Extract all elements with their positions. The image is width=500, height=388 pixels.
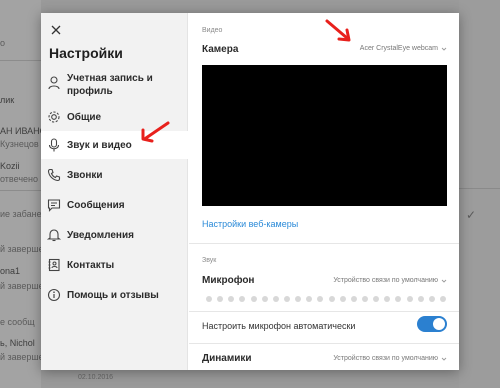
gear-icon bbox=[47, 110, 61, 124]
nav-label: Звук и видео bbox=[67, 140, 132, 151]
level-dot bbox=[339, 296, 346, 302]
bg-text: лик bbox=[0, 95, 15, 105]
bg-text: о bbox=[0, 38, 6, 48]
chevron-down-icon bbox=[441, 279, 447, 283]
level-dot bbox=[417, 296, 424, 302]
bg-timestamp: 02.10.2016 bbox=[78, 374, 114, 381]
background-conversation bbox=[459, 0, 500, 388]
level-dot bbox=[217, 296, 224, 302]
level-dot bbox=[228, 296, 235, 302]
nav-label: Сообщения bbox=[67, 200, 125, 211]
level-dot bbox=[295, 296, 302, 302]
nav-label: Контакты bbox=[67, 260, 115, 271]
nav-label: Уведомления bbox=[67, 230, 134, 241]
section-divider bbox=[189, 343, 459, 344]
nav-item-calls[interactable]: Звонки bbox=[41, 161, 188, 189]
bg-text: Kozii bbox=[0, 161, 20, 171]
bg-text: е сообщ bbox=[0, 317, 35, 327]
nav-item-messages[interactable]: Сообщения bbox=[41, 191, 188, 219]
microphone-value: Устройство связи по умолчанию bbox=[333, 277, 438, 284]
section-divider bbox=[189, 243, 459, 244]
audio-section-label: Звук bbox=[202, 257, 217, 264]
microphone-select[interactable]: Устройство связи по умолчанию bbox=[333, 277, 447, 284]
nav-item-general[interactable]: Общие bbox=[41, 103, 188, 131]
level-dot bbox=[317, 296, 324, 302]
nav-label: Звонки bbox=[67, 170, 103, 181]
bg-text: й завершен bbox=[0, 352, 41, 362]
bell-icon bbox=[47, 228, 61, 242]
settings-content: Видео Камера Acer CrystalEye webcam Наст… bbox=[189, 13, 459, 370]
level-dot bbox=[373, 296, 380, 302]
microphone-label: Микрофон bbox=[202, 275, 255, 286]
settings-dialog: Настройки Учетная запись и профиль Общие… bbox=[41, 13, 459, 370]
bg-divider bbox=[0, 60, 41, 61]
nav-label: Помощь и отзывы bbox=[67, 290, 159, 301]
bg-divider bbox=[0, 190, 41, 191]
nav-label: Учетная запись и профиль bbox=[67, 73, 153, 97]
bg-text: ие забанен bbox=[0, 209, 41, 219]
camera-label: Камера bbox=[202, 44, 239, 55]
bg-text: Кузнецов bbox=[0, 139, 39, 149]
speakers-select[interactable]: Устройство связи по умолчанию bbox=[333, 355, 447, 362]
level-dot bbox=[206, 296, 212, 302]
bg-text: отвечено bbox=[0, 174, 38, 184]
level-dot bbox=[250, 296, 257, 302]
level-dot bbox=[384, 296, 391, 302]
settings-title: Настройки bbox=[49, 45, 123, 61]
info-icon bbox=[47, 288, 61, 302]
background-chat-list: о лик АН ИВАНОВ Кузнецов Kozii отвечено … bbox=[0, 0, 41, 388]
level-dot bbox=[428, 296, 435, 302]
video-section-label: Видео bbox=[202, 27, 223, 34]
level-dot bbox=[306, 296, 313, 302]
phone-icon bbox=[47, 168, 61, 182]
nav-item-audio-video[interactable]: Звук и видео bbox=[41, 131, 189, 159]
toggle-knob bbox=[433, 318, 445, 330]
bg-text: ona1 bbox=[0, 266, 21, 276]
auto-adjust-label: Настроить микрофон автоматически bbox=[202, 321, 356, 331]
microphone-icon bbox=[47, 138, 61, 152]
level-dot bbox=[350, 296, 357, 302]
nav-item-contacts[interactable]: Контакты bbox=[41, 251, 188, 279]
bg-text: й завершен bbox=[0, 244, 41, 254]
level-dot bbox=[261, 296, 268, 302]
microphone-level-meter bbox=[206, 295, 446, 303]
nav-item-help[interactable]: Помощь и отзывы bbox=[41, 281, 188, 309]
nav-item-notifications[interactable]: Уведомления bbox=[41, 221, 188, 249]
chevron-down-icon bbox=[441, 47, 447, 51]
level-dot bbox=[328, 296, 335, 302]
level-dot bbox=[272, 296, 279, 302]
chat-icon bbox=[47, 198, 61, 212]
bg-text: АН ИВАНОВ bbox=[0, 126, 41, 136]
bg-text: й завершен bbox=[0, 281, 41, 291]
camera-value: Acer CrystalEye webcam bbox=[359, 45, 438, 52]
webcam-settings-link[interactable]: Настройки веб-камеры bbox=[202, 219, 298, 229]
contacts-icon bbox=[47, 258, 61, 272]
level-dot bbox=[361, 296, 368, 302]
close-icon[interactable] bbox=[49, 23, 63, 37]
chevron-down-icon bbox=[441, 357, 447, 361]
camera-preview bbox=[202, 65, 447, 206]
speakers-value: Устройство связи по умолчанию bbox=[333, 355, 438, 362]
checkmark-icon: ✓ bbox=[466, 208, 477, 222]
avatar-icon bbox=[47, 76, 61, 90]
section-divider bbox=[189, 311, 459, 312]
bg-divider bbox=[459, 188, 500, 189]
level-dot bbox=[283, 296, 290, 302]
level-dot bbox=[239, 296, 246, 302]
level-dot bbox=[406, 296, 413, 302]
settings-sidebar: Настройки Учетная запись и профиль Общие… bbox=[41, 13, 189, 370]
auto-adjust-toggle[interactable] bbox=[417, 316, 447, 332]
speakers-label: Динамики bbox=[202, 353, 252, 364]
camera-select[interactable]: Acer CrystalEye webcam bbox=[360, 45, 447, 52]
level-dot bbox=[439, 296, 446, 302]
nav-label: Общие bbox=[67, 112, 102, 123]
level-dot bbox=[395, 296, 402, 302]
bg-text: ь, Nichol bbox=[0, 338, 35, 348]
